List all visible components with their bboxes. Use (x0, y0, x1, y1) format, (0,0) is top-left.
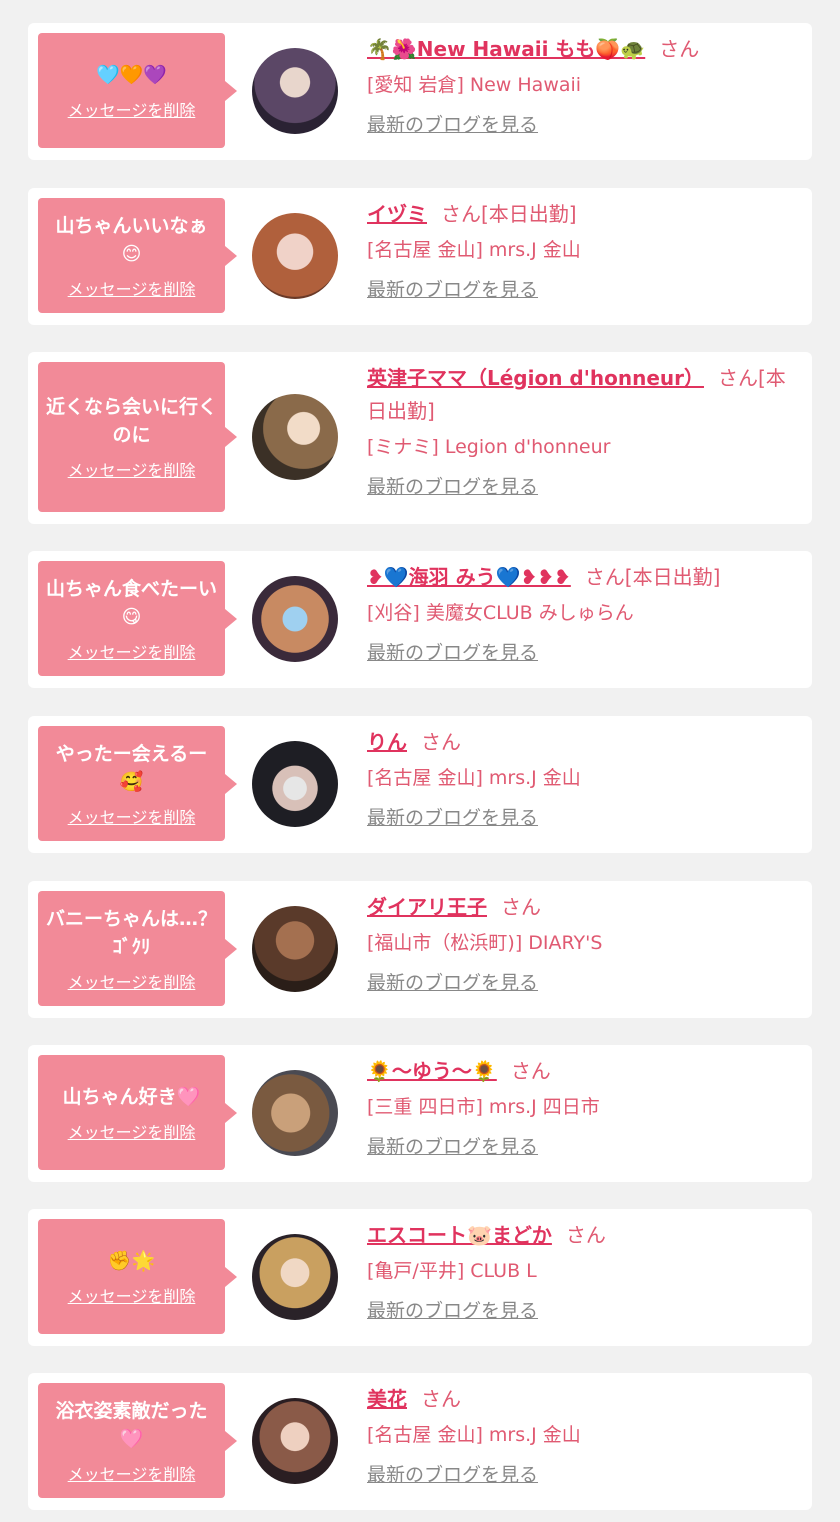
shop-label: [刈谷] 美魔女CLUB みしゅらん (367, 602, 634, 624)
avatar[interactable] (252, 1398, 338, 1484)
avatar[interactable] (252, 1234, 338, 1320)
latest-blog-link[interactable]: 最新のブログを見る (367, 474, 538, 500)
latest-blog-link[interactable]: 最新のブログを見る (367, 1134, 538, 1160)
name-suffix: さん (421, 1387, 461, 1411)
profile-name-link[interactable]: イヅミ (367, 202, 427, 226)
profile-name-link[interactable]: ダイアリ王子 (367, 895, 487, 919)
shop-label: [名古屋 金山] mrs.J 金山 (367, 767, 581, 789)
shop-label: [ミナミ] Legion d'honneur (367, 436, 611, 458)
shop-label: [愛知 岩倉] New Hawaii (367, 74, 582, 96)
message-bubble: やったー会えるー🥰 メッセージを削除 (38, 726, 237, 841)
message-text: 🩵🧡💜 (96, 63, 167, 86)
profile-name-link[interactable]: 🌻～ゆう～🌻 (367, 1059, 497, 1083)
list-item: 近くなら会いに行くのに メッセージを削除 英津子ママ（Légion d'honn… (28, 352, 812, 524)
name-suffix: さん[本日出勤] (441, 202, 577, 226)
latest-blog-link[interactable]: 最新のブログを見る (367, 970, 538, 996)
message-text: 浴衣姿素敵だった🩷 (55, 1399, 208, 1450)
message-bubble: バニーちゃんは…？ｺﾞｸﾘ メッセージを削除 (38, 891, 237, 1006)
list-item: バニーちゃんは…？ｺﾞｸﾘ メッセージを削除 ダイアリ王子 さん [福山市（松浜町… (28, 881, 812, 1018)
message-list: 🩵🧡💜 メッセージを削除 🌴🌺New Hawaii もも🍑🐢 さん [愛知 岩倉]… (0, 0, 840, 1522)
profile-name-link[interactable]: りん (367, 730, 407, 754)
latest-blog-link[interactable]: 最新のブログを見る (367, 1462, 538, 1488)
shop-label: [名古屋 金山] mrs.J 金山 (367, 239, 581, 261)
message-bubble: 🩵🧡💜 メッセージを削除 (38, 33, 237, 148)
name-suffix: さん (510, 1059, 551, 1083)
list-item: 🩵🧡💜 メッセージを削除 🌴🌺New Hawaii もも🍑🐢 さん [愛知 岩倉]… (28, 23, 812, 160)
shop-label: [三重 四日市] mrs.J 四日市 (367, 1096, 600, 1118)
profile-info: 🌻～ゆう～🌻 さん [三重 四日市] mrs.J 四日市 最新のブログを見る (367, 1055, 794, 1160)
name-suffix: さん[本日出勤] (584, 565, 721, 589)
shop-label: [亀戸/平井] CLUB L (367, 1260, 537, 1282)
message-bubble: ✊🌟 メッセージを削除 (38, 1219, 237, 1334)
message-bubble: 山ちゃんいいなぁ😊 メッセージを削除 (38, 198, 237, 313)
message-text: やったー会えるー🥰 (55, 742, 208, 793)
message-text: ✊🌟 (107, 1249, 156, 1272)
avatar[interactable] (252, 213, 338, 299)
profile-name-link[interactable]: 🌴🌺New Hawaii もも🍑🐢 (367, 37, 645, 61)
profile-info: 英津子ママ（Légion d'honneur） さん[本日出勤] [ミナミ] Le… (367, 362, 794, 500)
profile-info: りん さん [名古屋 金山] mrs.J 金山 最新のブログを見る (367, 726, 794, 831)
avatar[interactable] (252, 394, 338, 480)
profile-name-link[interactable]: 英津子ママ（Légion d'honneur） (367, 366, 704, 390)
message-text: 山ちゃん好き🩷 (62, 1085, 201, 1108)
list-item: 山ちゃん食べたーい😋 メッセージを削除 ❥💙海羽 みう💙❥❥❥ さん[本日出勤] … (28, 551, 812, 688)
latest-blog-link[interactable]: 最新のブログを見る (367, 112, 538, 138)
latest-blog-link[interactable]: 最新のブログを見る (367, 1298, 538, 1324)
delete-message-link[interactable]: メッセージを削除 (68, 97, 196, 121)
avatar[interactable] (252, 906, 338, 992)
delete-message-link[interactable]: メッセージを削除 (68, 969, 196, 993)
avatar[interactable] (252, 741, 338, 827)
message-bubble: 山ちゃん食べたーい😋 メッセージを削除 (38, 561, 237, 676)
list-item: 浴衣姿素敵だった🩷 メッセージを削除 美花 さん [名古屋 金山] mrs.J 金… (28, 1373, 812, 1510)
profile-info: ダイアリ王子 さん [福山市（松浜町)] DIARY'S 最新のブログを見る (367, 891, 794, 996)
delete-message-link[interactable]: メッセージを削除 (68, 1461, 196, 1485)
name-suffix: さん (421, 730, 461, 754)
list-item: やったー会えるー🥰 メッセージを削除 りん さん [名古屋 金山] mrs.J 金… (28, 716, 812, 853)
profile-name-link[interactable]: エスコート🐷まどか (367, 1223, 552, 1247)
delete-message-link[interactable]: メッセージを削除 (68, 804, 196, 828)
profile-info: イヅミ さん[本日出勤] [名古屋 金山] mrs.J 金山 最新のブログを見る (367, 198, 794, 303)
latest-blog-link[interactable]: 最新のブログを見る (367, 640, 538, 666)
avatar[interactable] (252, 1070, 338, 1156)
message-text: 近くなら会いに行くのに (46, 396, 218, 446)
list-item: 山ちゃんいいなぁ😊 メッセージを削除 イヅミ さん[本日出勤] [名古屋 金山] … (28, 188, 812, 325)
delete-message-link[interactable]: メッセージを削除 (68, 276, 196, 300)
list-item: 山ちゃん好き🩷 メッセージを削除 🌻～ゆう～🌻 さん [三重 四日市] mrs.J… (28, 1045, 812, 1182)
name-suffix: さん (501, 895, 541, 919)
delete-message-link[interactable]: メッセージを削除 (68, 639, 196, 663)
avatar[interactable] (252, 48, 338, 134)
profile-info: エスコート🐷まどか さん [亀戸/平井] CLUB L 最新のブログを見る (367, 1219, 794, 1324)
name-suffix: さん (565, 1223, 606, 1247)
profile-info: 🌴🌺New Hawaii もも🍑🐢 さん [愛知 岩倉] New Hawaii 最… (367, 33, 794, 138)
message-text: バニーちゃんは…？ｺﾞｸﾘ (46, 907, 218, 958)
shop-label: [福山市（松浜町)] DIARY'S (367, 932, 603, 954)
profile-info: ❥💙海羽 みう💙❥❥❥ さん[本日出勤] [刈谷] 美魔女CLUB みしゅらん 最… (367, 561, 794, 666)
message-bubble: 浴衣姿素敵だった🩷 メッセージを削除 (38, 1383, 237, 1498)
message-text: 山ちゃん食べたーい😋 (46, 577, 218, 628)
message-bubble: 山ちゃん好き🩷 メッセージを削除 (38, 1055, 237, 1170)
delete-message-link[interactable]: メッセージを削除 (68, 1283, 196, 1307)
name-suffix: さん (659, 37, 700, 61)
delete-message-link[interactable]: メッセージを削除 (68, 457, 196, 481)
shop-label: [名古屋 金山] mrs.J 金山 (367, 1424, 581, 1446)
profile-name-link[interactable]: ❥💙海羽 みう💙❥❥❥ (367, 565, 571, 589)
avatar[interactable] (252, 576, 338, 662)
list-item: ✊🌟 メッセージを削除 エスコート🐷まどか さん [亀戸/平井] CLUB L 最… (28, 1209, 812, 1346)
delete-message-link[interactable]: メッセージを削除 (68, 1119, 196, 1143)
latest-blog-link[interactable]: 最新のブログを見る (367, 805, 538, 831)
profile-name-link[interactable]: 美花 (367, 1387, 407, 1411)
latest-blog-link[interactable]: 最新のブログを見る (367, 277, 538, 303)
message-bubble: 近くなら会いに行くのに メッセージを削除 (38, 362, 237, 512)
profile-info: 美花 さん [名古屋 金山] mrs.J 金山 最新のブログを見る (367, 1383, 794, 1488)
message-text: 山ちゃんいいなぁ😊 (55, 214, 208, 265)
